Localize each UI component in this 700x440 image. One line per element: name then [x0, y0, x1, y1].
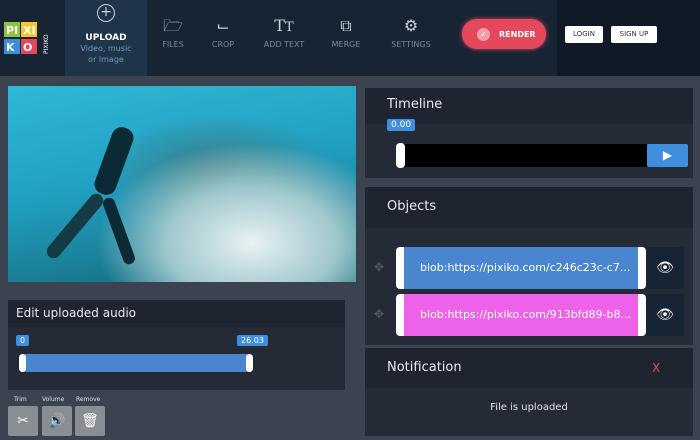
pixiko-logo[interactable]: PI XI K O PIXIKO: [4, 22, 54, 58]
end-handle[interactable]: [246, 354, 253, 372]
audio-title: Edit uploaded audio: [8, 300, 345, 327]
remove-label: Remove: [76, 396, 101, 403]
plus-circle-icon: +: [97, 4, 115, 22]
nav-add-text[interactable]: TT ADD TEXT: [254, 0, 314, 76]
end-label: 26.03: [237, 335, 268, 346]
svg-text:XI: XI: [23, 24, 36, 37]
timeline-panel: Timeline 0.00 ▶: [365, 88, 693, 178]
start-label: 0: [16, 335, 30, 346]
nav-crop[interactable]: ⌙ CROP: [203, 0, 243, 76]
merge-icon: ⧉: [340, 16, 352, 35]
svg-text:PI: PI: [6, 24, 18, 37]
folder-icon: 🗁: [163, 16, 183, 35]
text-icon: TT: [274, 16, 294, 35]
gear-icon: ⚙: [403, 16, 419, 35]
crop-icon: ⌙: [216, 16, 230, 35]
eye-icon[interactable]: 👁: [646, 294, 684, 336]
object-item[interactable]: blob:https://pixiko.com/c246c23c-c7...: [396, 247, 646, 289]
nav-merge[interactable]: ⧉ MERGE: [320, 0, 372, 76]
diver-figure: [101, 196, 137, 266]
speaker-icon: 🔊: [48, 413, 66, 429]
check-icon: ✓: [477, 27, 490, 41]
render-button[interactable]: ✓ RENDER: [462, 19, 546, 49]
nav-files[interactable]: 🗁 FILES: [152, 0, 194, 76]
audio-range-bar[interactable]: [22, 354, 250, 372]
timeline-track[interactable]: [397, 144, 647, 167]
diver-figure: [43, 190, 107, 262]
svg-text:O: O: [23, 41, 32, 54]
close-notification-button[interactable]: X: [652, 348, 660, 388]
eye-icon[interactable]: 👁: [646, 247, 684, 289]
move-handle-icon[interactable]: ✥: [374, 260, 384, 274]
notification-message: File is uploaded: [365, 388, 693, 436]
timeline-position: 0.00: [387, 119, 416, 131]
notification-title: Notification: [387, 360, 462, 375]
signup-button[interactable]: SIGN UP: [611, 26, 657, 43]
play-button[interactable]: ▶: [647, 144, 688, 167]
scissors-icon: ✂: [17, 413, 29, 429]
volume-label: Volume: [42, 396, 65, 403]
trim-label: Trim: [14, 396, 27, 403]
login-button[interactable]: LOGIN: [565, 26, 603, 43]
volume-button[interactable]: 🔊: [42, 406, 72, 436]
timeline-handle[interactable]: [396, 143, 405, 168]
nav-upload[interactable]: + UPLOAD Video, music or image: [65, 0, 147, 76]
trash-icon: 🗑: [81, 413, 99, 429]
play-icon: ▶: [662, 148, 673, 162]
svg-text:K: K: [6, 41, 15, 54]
move-handle-icon[interactable]: ✥: [374, 307, 384, 321]
diver-figure: [91, 124, 137, 198]
objects-title: Objects: [365, 187, 693, 228]
svg-text:PIXIKO: PIXIKO: [43, 34, 50, 54]
nav-settings[interactable]: ⚙ SETTINGS: [382, 0, 440, 76]
start-handle[interactable]: [19, 354, 26, 372]
notification-panel: Notification X File is uploaded: [365, 348, 693, 436]
video-preview[interactable]: [8, 86, 356, 282]
object-item[interactable]: blob:https://pixiko.com/913bfd89-b8...: [396, 294, 646, 336]
audio-panel: Edit uploaded audio 0 26.03: [8, 300, 345, 390]
remove-button[interactable]: 🗑: [75, 406, 105, 436]
trim-button[interactable]: ✂: [8, 406, 38, 436]
